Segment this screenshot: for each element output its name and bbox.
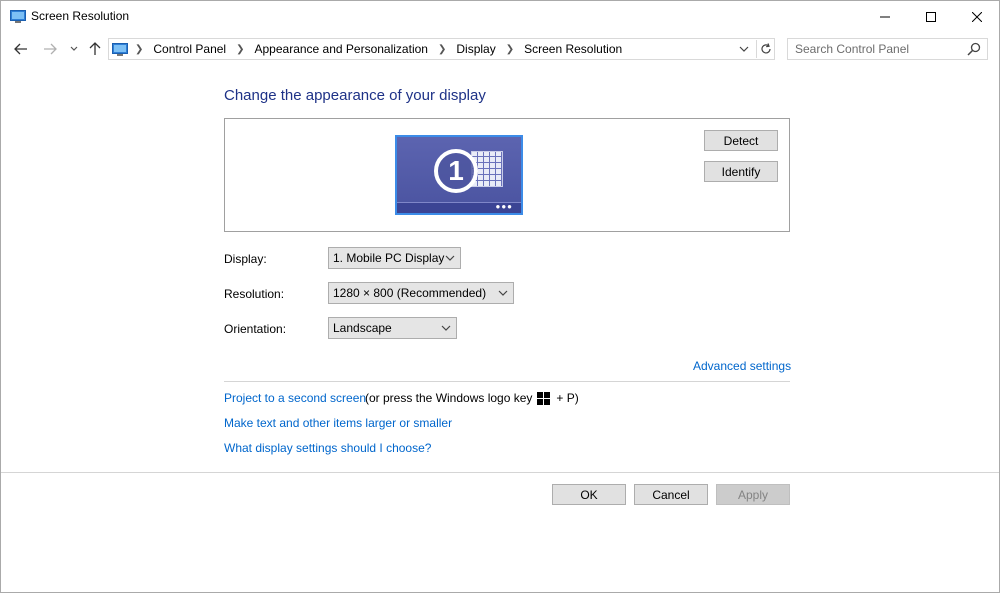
back-button[interactable] (11, 39, 31, 59)
close-button[interactable] (954, 1, 1000, 32)
monitor-taskbar: ●●● (397, 202, 521, 213)
monitor-number: 1 (448, 155, 464, 186)
title-bar: Screen Resolution (1, 1, 999, 32)
orientation-select-value: Landscape (333, 321, 392, 335)
resolution-select[interactable]: 1280 × 800 (Recommended) (328, 282, 514, 304)
refresh-button[interactable] (756, 40, 775, 58)
chevron-right-icon[interactable]: ❯ (135, 44, 143, 55)
ok-button[interactable]: OK (552, 484, 626, 505)
maximize-icon (926, 11, 936, 22)
breadcrumb-control-panel[interactable]: Control Panel (153, 42, 226, 56)
resolution-select-value: 1280 × 800 (Recommended) (333, 286, 487, 300)
monitor-number-badge: 1 (434, 149, 478, 193)
display-help-link[interactable]: What display settings should I choose? (224, 441, 431, 455)
display-app-icon (112, 43, 128, 56)
search-icon[interactable] (967, 42, 981, 56)
chevron-right-icon[interactable]: ❯ (236, 44, 244, 55)
identify-button[interactable]: Identify (704, 161, 778, 182)
minimize-icon (880, 16, 890, 17)
orientation-select[interactable]: Landscape (328, 317, 457, 339)
chevron-right-icon[interactable]: ❯ (438, 44, 446, 55)
section-divider (224, 381, 790, 382)
window-title: Screen Resolution (31, 9, 130, 23)
taskbar-dots-icon: ●●● (495, 202, 513, 211)
maximize-button[interactable] (908, 1, 954, 32)
up-arrow-icon (89, 42, 101, 55)
monitor-1-thumbnail[interactable]: 1 ●●● (395, 135, 523, 215)
search-box[interactable]: Search Control Panel (787, 38, 988, 60)
display-label: Display: (224, 252, 267, 266)
search-placeholder: Search Control Panel (795, 42, 910, 56)
chevron-right-icon[interactable]: ❯ (506, 44, 514, 55)
chevron-down-icon (498, 290, 508, 296)
forward-arrow-icon (44, 43, 57, 55)
detect-button[interactable]: Detect (704, 130, 778, 151)
screen-resolution-window: Screen Resolution ❯ Control Panel ❯ Appe… (0, 0, 1000, 593)
footer-divider (1, 472, 999, 473)
display-select[interactable]: 1. Mobile PC Display (328, 247, 461, 269)
refresh-icon (761, 43, 771, 54)
address-bar[interactable]: ❯ Control Panel ❯ Appearance and Persona… (108, 38, 775, 60)
chevron-down-icon (445, 255, 455, 261)
breadcrumb-screen-resolution[interactable]: Screen Resolution (524, 42, 622, 56)
project-hint-suffix: + P) (556, 391, 579, 405)
recent-pages-button[interactable] (64, 39, 84, 59)
project-second-screen-link[interactable]: Project to a second screen (224, 391, 366, 405)
text-size-link[interactable]: Make text and other items larger or smal… (224, 416, 452, 430)
breadcrumb: ❯ Control Panel ❯ Appearance and Persona… (133, 42, 622, 56)
project-hint-text: (or press the Windows logo key (365, 391, 533, 405)
cancel-button[interactable]: Cancel (634, 484, 708, 505)
back-arrow-icon (14, 43, 27, 55)
resolution-label: Resolution: (224, 287, 285, 301)
chevron-down-icon (441, 325, 451, 331)
apply-button[interactable]: Apply (716, 484, 790, 505)
display-app-icon (10, 10, 26, 23)
up-button[interactable] (85, 39, 105, 59)
windows-logo-icon (537, 391, 551, 405)
forward-button[interactable] (40, 39, 60, 59)
display-preview-panel: 1 ●●● Detect Identify (224, 118, 790, 232)
dropdown-chevron-icon (739, 46, 749, 52)
display-select-value: 1. Mobile PC Display (333, 251, 445, 265)
page-heading: Change the appearance of your display (224, 87, 486, 104)
minimize-button[interactable] (862, 1, 908, 32)
breadcrumb-appearance[interactable]: Appearance and Personalization (255, 42, 428, 56)
address-history-button[interactable] (736, 41, 752, 57)
breadcrumb-display[interactable]: Display (456, 42, 495, 56)
orientation-label: Orientation: (224, 322, 287, 336)
recent-pages-chevron-icon (70, 46, 78, 51)
project-hint: (or press the Windows logo key + P) (365, 391, 579, 405)
advanced-settings-link[interactable]: Advanced settings (693, 359, 791, 373)
close-icon (972, 11, 982, 22)
